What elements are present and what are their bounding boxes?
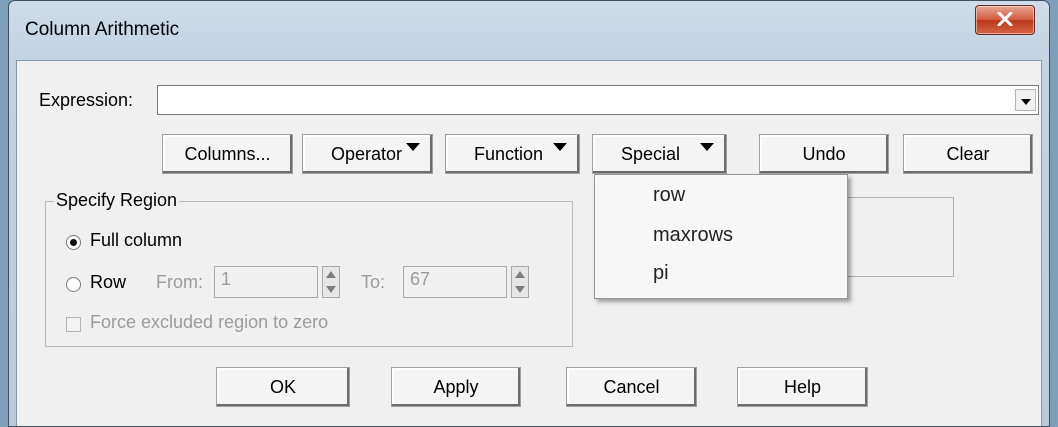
- apply-button-label: Apply: [433, 376, 479, 397]
- window-title: Column Arithmetic: [25, 19, 180, 40]
- caret-down-icon: [700, 143, 714, 151]
- expression-combobox[interactable]: [157, 85, 1039, 115]
- help-button-label: Help: [783, 376, 822, 397]
- special-dropdown-menu: row maxrows pi: [594, 174, 848, 299]
- full-column-radio[interactable]: [66, 235, 81, 250]
- dialog-body: Expression: Columns... Operator Function…: [16, 60, 1042, 426]
- cancel-button-label: Cancel: [603, 376, 660, 397]
- from-spin-icon[interactable]: [322, 266, 340, 298]
- to-label: To:: [361, 272, 386, 292]
- undo-button-label: Undo: [802, 143, 846, 164]
- menu-item-row[interactable]: row: [595, 177, 847, 215]
- clear-button[interactable]: Clear: [903, 134, 1033, 174]
- dialog-window: Column Arithmetic Expression: Columns...…: [8, 0, 1050, 427]
- columns-button[interactable]: Columns...: [162, 134, 293, 174]
- expression-input[interactable]: [158, 86, 1008, 114]
- special-button-label: Special: [621, 143, 681, 164]
- menu-item-pi[interactable]: pi: [595, 255, 847, 293]
- menu-item-label: pi: [653, 262, 669, 284]
- close-button[interactable]: [975, 5, 1035, 35]
- ok-button-label: OK: [269, 376, 296, 397]
- row-label[interactable]: Row: [90, 272, 126, 293]
- row-radio[interactable]: [66, 277, 81, 292]
- specify-region-title: Specify Region: [54, 190, 180, 211]
- special-button[interactable]: Special: [592, 134, 727, 174]
- function-button[interactable]: Function: [445, 134, 580, 174]
- columns-button-label: Columns...: [184, 143, 271, 164]
- force-zero-label: Force excluded region to zero: [90, 312, 329, 332]
- force-zero-checkbox[interactable]: [66, 317, 81, 332]
- ok-button[interactable]: OK: [216, 367, 350, 407]
- obscured-panel: [834, 197, 954, 277]
- chevron-down-icon[interactable]: [1015, 89, 1036, 111]
- operator-button[interactable]: Operator: [302, 134, 433, 174]
- caret-down-icon: [553, 143, 567, 151]
- cancel-button[interactable]: Cancel: [566, 367, 697, 407]
- full-column-label[interactable]: Full column: [90, 230, 182, 251]
- from-field[interactable]: 1: [214, 266, 318, 298]
- undo-button[interactable]: Undo: [759, 134, 889, 174]
- menu-item-maxrows[interactable]: maxrows: [595, 217, 847, 255]
- function-button-label: Function: [474, 143, 544, 164]
- menu-item-label: maxrows: [653, 224, 734, 246]
- to-field[interactable]: 67: [403, 266, 507, 298]
- specify-region-group: Specify Region Full column Row From: 1 T…: [45, 190, 573, 347]
- clear-button-label: Clear: [946, 143, 990, 164]
- caret-down-icon: [406, 143, 420, 151]
- apply-button[interactable]: Apply: [391, 367, 521, 407]
- close-x-icon: [997, 12, 1013, 26]
- from-label: From:: [156, 272, 203, 292]
- title-bar[interactable]: Column Arithmetic: [9, 1, 1049, 61]
- menu-item-label: row: [653, 184, 686, 206]
- help-button[interactable]: Help: [737, 367, 868, 407]
- operator-button-label: Operator: [331, 143, 403, 164]
- to-spin-icon[interactable]: [511, 266, 529, 298]
- expression-label: Expression:: [39, 90, 134, 110]
